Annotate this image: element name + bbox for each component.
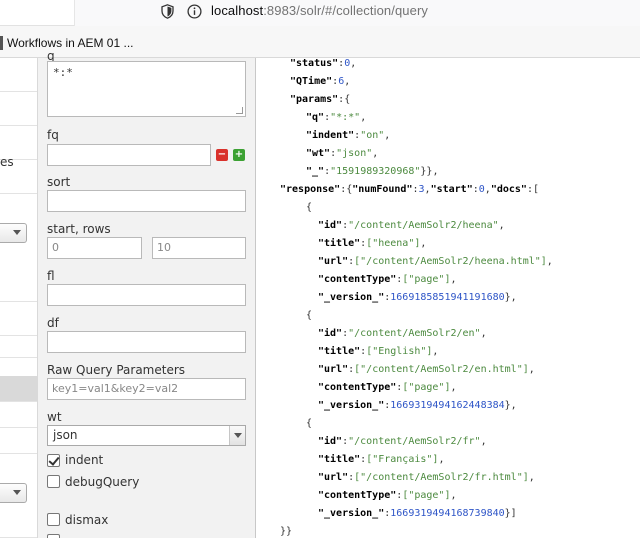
rows-input[interactable]: 10 [152,237,246,259]
line-params: "params":{ [290,94,351,105]
remove-fq-button[interactable]: − [216,149,228,161]
nav-item-query-selected[interactable] [0,376,37,402]
doc-version: "_version_":1669319494168739840}] [318,508,517,519]
nav-item-truncated-label: es [0,155,14,169]
nav-item[interactable] [0,336,37,358]
chevron-down-icon [13,230,21,235]
doc-version: "_version_":1669185851941191680}, [318,292,517,303]
url-host: localhost [211,3,264,18]
indent-checkbox[interactable] [47,454,60,467]
debugquery-label: debugQuery [65,475,140,489]
doc-id: "id":"/content/AemSolr2/en", [318,328,487,339]
line-param-wt: "wt":"json", [306,148,379,159]
browser-url-bar: localhost:8983/solr/#/collection/query [0,0,640,26]
raw-params-placeholder: key1=val1&key2=val2 [52,382,179,395]
chevron-down-icon [13,490,21,495]
sort-label: sort [47,175,71,189]
nav-item[interactable] [0,268,37,302]
raw-params-input[interactable]: key1=val1&key2=val2 [47,378,246,400]
add-fq-button[interactable]: + [233,149,245,161]
nav-item[interactable] [0,402,37,428]
line-param-q: "q":"*:*", [306,112,367,123]
bookmark-label: Workflows in AEM 01 ... [7,36,134,50]
start-placeholder: 0 [52,241,59,254]
wt-label: wt [47,410,62,424]
doc-open-brace: { [306,418,313,429]
doc-title: "title":["English"], [318,346,439,357]
doc-url: "url":["/content/AemSolr2/en.html"], [318,364,535,375]
sort-input[interactable] [47,190,246,212]
q-textarea[interactable]: *:* [47,61,246,117]
query-form: q *:* fq − + sort start, rows 0 10 fl df… [38,49,256,538]
df-input[interactable] [47,331,246,353]
wt-select[interactable]: json [47,425,246,446]
minus-icon: − [217,149,227,160]
doc-url: "url":["/content/AemSolr2/heena.html"], [318,256,553,267]
line-param-underscore: "_":"1591989320968"}}, [306,166,439,177]
line-qtime: "QTime":6, [290,76,351,87]
bookmarks-bar: Workflows in AEM 01 ... [0,26,640,58]
solr-left-nav: es [0,58,38,538]
address-field[interactable]: localhost:8983/solr/#/collection/query [74,0,640,26]
doc-content-type: "contentType":["page"], [318,490,457,501]
nav-item[interactable] [0,302,37,336]
line-param-indent: "indent":"on", [306,130,391,141]
doc-id: "id":"/content/AemSolr2/fr", [318,436,487,447]
fl-label: fl [47,269,55,283]
site-info-icon[interactable] [187,4,202,19]
doc-id: "id":"/content/AemSolr2/heena", [318,220,505,231]
response-panel: "status":0, "QTime":6, "params":{ "q":"*… [258,58,640,538]
line-close: }} [280,526,293,537]
doc-content-type: "contentType":["page"], [318,274,457,285]
doc-version: "_version_":1669319494162448384}, [318,400,517,411]
edismax-checkbox[interactable] [47,534,60,538]
nav-item[interactable] [0,58,37,92]
nav-item[interactable] [0,428,37,454]
core-selector[interactable] [0,223,27,243]
chevron-down-icon [229,426,245,445]
raw-params-label: Raw Query Parameters [47,363,186,377]
bookmark-workflows[interactable]: Workflows in AEM 01 ... [0,34,134,52]
dismax-label: dismax [65,513,109,527]
doc-title: "title":["heena"], [318,238,427,249]
nav-item[interactable] [0,92,37,126]
resize-grip-icon[interactable] [236,107,243,114]
wt-selected-value: json [53,428,78,442]
doc-open-brace: { [306,202,313,213]
start-input[interactable]: 0 [47,237,142,259]
fq-input[interactable] [47,144,211,166]
collection-selector[interactable] [0,483,27,503]
start-rows-label: start, rows [47,222,111,236]
url-text[interactable]: localhost:8983/solr/#/collection/query [211,3,428,18]
doc-content-type: "contentType":["page"], [318,382,457,393]
fq-label: fq [47,128,59,142]
doc-title: "title":["Français"], [318,454,445,465]
df-label: df [47,316,59,330]
tracking-shield-icon[interactable] [161,4,174,19]
bookmark-favicon-icon [0,36,3,50]
fl-input[interactable] [47,284,246,306]
indent-label: indent [65,453,104,467]
doc-url: "url":["/content/AemSolr2/fr.html"], [318,472,535,483]
rows-placeholder: 10 [157,241,171,254]
line-response: "response":{"numFound":3,"start":0,"docs… [280,184,539,195]
dismax-checkbox[interactable] [47,513,60,526]
url-path: :8983/solr/#/collection/query [263,3,428,18]
nav-item[interactable] [0,514,37,538]
debugquery-checkbox[interactable] [47,475,60,488]
doc-open-brace: { [306,310,313,321]
line-status: "status":0, [290,58,357,69]
plus-icon: + [234,149,244,160]
q-value: *:* [53,66,73,79]
